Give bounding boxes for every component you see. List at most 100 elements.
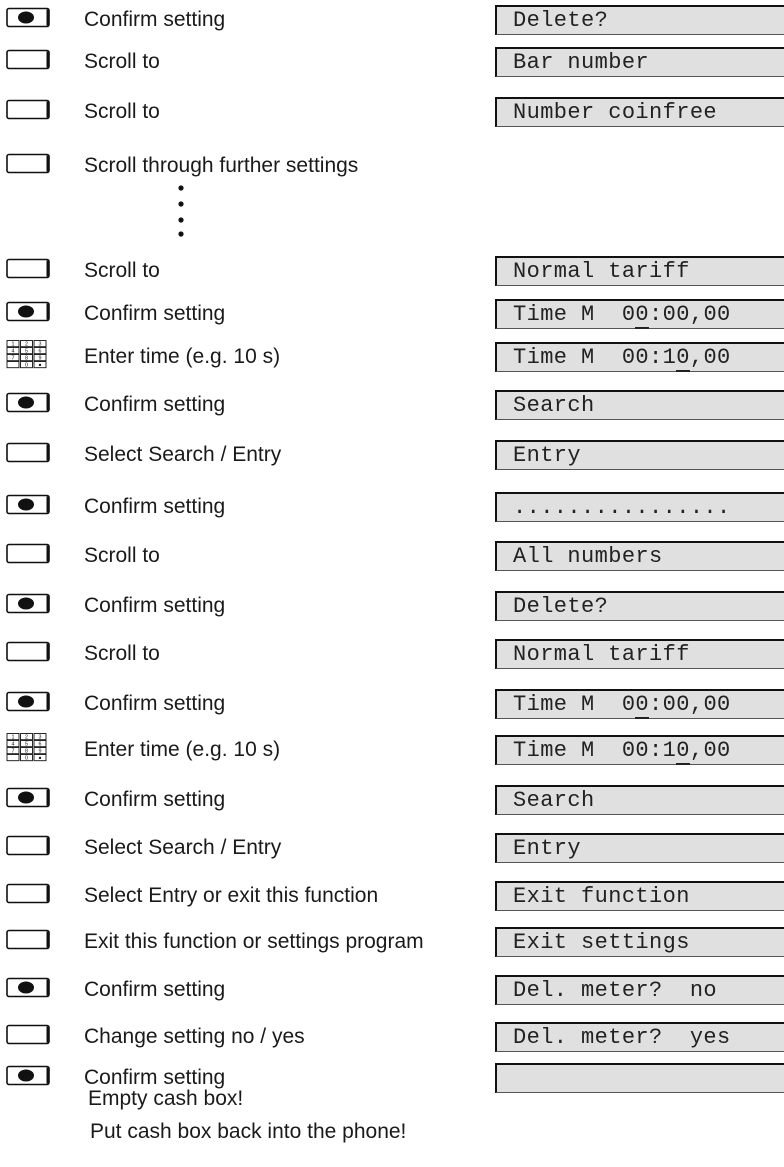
display-field: All numbers — [495, 541, 784, 571]
step-description: Confirm setting — [84, 393, 226, 416]
svg-text:9: 9 — [39, 749, 42, 755]
display-field: Search — [495, 785, 784, 815]
svg-text:4: 4 — [12, 349, 15, 355]
step-row: Confirm setting................ — [0, 487, 784, 527]
step-row: Change setting no / yes Del. meter? yes — [0, 1017, 784, 1057]
step-description: Confirm setting — [84, 8, 226, 31]
scroll-key-icon — [6, 442, 50, 468]
step-row: Select Search / Entry Entry — [0, 828, 784, 868]
svg-text:7: 7 — [12, 356, 15, 362]
confirm-key-icon — [6, 787, 50, 813]
scroll-key-icon — [6, 1024, 50, 1050]
svg-text:●: ● — [38, 363, 41, 369]
step-description: Scroll to — [84, 642, 160, 665]
display-field: Search — [495, 390, 784, 420]
scroll-key-icon — [6, 929, 50, 955]
display-field: Exit function — [495, 881, 784, 911]
confirm-key-icon — [6, 301, 50, 327]
step-row: Select Search / Entry Entry — [0, 435, 784, 475]
keypad-icon: 1 2 3 4 5 6 7 8 9 0 ● — [6, 340, 48, 375]
display-field: Del. meter? no — [495, 975, 784, 1005]
scroll-key-icon — [6, 883, 50, 909]
display-field: Time M 00:00,00 — [495, 299, 784, 329]
scroll-key-icon — [6, 835, 50, 861]
svg-text:0: 0 — [25, 363, 28, 369]
step-row: Scroll to Number coinfree — [0, 92, 784, 132]
svg-text:3: 3 — [39, 735, 42, 741]
step-row: 1 2 3 4 5 6 7 8 9 0 ● Enter time (e.g. 10 s) Time M … — [0, 730, 784, 770]
svg-text:7: 7 — [12, 749, 15, 755]
scroll-key-icon — [6, 99, 50, 125]
svg-text:4: 4 — [12, 742, 15, 748]
display-text: ................ — [513, 495, 731, 520]
step-description: Exit this function or settings program — [84, 930, 424, 953]
step-row: Select Entry or exit this function Exit f… — [0, 876, 784, 916]
display-field: Time M 00:10,00 — [495, 342, 784, 372]
continuation-dots — [178, 185, 184, 237]
scroll-key-icon — [6, 641, 50, 667]
display-field: Bar number — [495, 47, 784, 77]
display-text: Bar number — [513, 50, 650, 75]
step-row: Confirm setting Search — [0, 385, 784, 425]
display-field: Delete? — [495, 591, 784, 621]
svg-text:3: 3 — [39, 342, 42, 348]
step-row: Confirm setting Time M 00:00,00 — [0, 294, 784, 334]
svg-text:8: 8 — [25, 356, 28, 362]
display-text: Exit function — [513, 884, 690, 909]
step-description: Select Entry or exit this function — [84, 884, 379, 907]
svg-text:2: 2 — [25, 735, 28, 741]
display-text: Time M 00:10,00 — [513, 738, 731, 765]
confirm-key-icon — [6, 1065, 50, 1091]
step-description: Confirm setting — [84, 788, 226, 811]
confirm-key-icon — [6, 7, 50, 33]
step-row: Confirm setting Delete? — [0, 586, 784, 626]
display-field: Entry — [495, 440, 784, 470]
step-description: Scroll to — [84, 50, 160, 73]
step-description: Enter time (e.g. 10 s) — [84, 345, 281, 368]
step-description: Confirm setting — [84, 594, 226, 617]
confirm-key-icon — [6, 977, 50, 1003]
svg-text:●: ● — [38, 756, 41, 762]
display-text: All numbers — [513, 544, 663, 569]
step-row: Confirm setting Search — [0, 780, 784, 820]
display-text: Time M 00:00,00 — [513, 692, 731, 719]
svg-text:6: 6 — [39, 742, 42, 748]
display-text: Time M 00:10,00 — [513, 345, 731, 372]
confirm-key-icon — [6, 691, 50, 717]
display-field: Normal tariff — [495, 639, 784, 669]
note-empty-cash-box: Empty cash box! — [88, 1087, 244, 1110]
svg-text:0: 0 — [25, 756, 28, 762]
step-description: Scroll to — [84, 100, 160, 123]
display-text: Number coinfree — [513, 100, 718, 125]
step-description: Scroll to — [84, 544, 160, 567]
step-row: Scroll to Normal tariff — [0, 251, 784, 291]
step-row: Scroll through further settings — [0, 146, 784, 186]
display-text: Delete? — [513, 594, 609, 619]
display-text: Time M 00:00,00 — [513, 302, 731, 329]
display-field: Exit settings — [495, 927, 784, 957]
step-row: Confirm setting Del. meter? no — [0, 970, 784, 1010]
display-field — [495, 1063, 784, 1093]
step-description: Enter time (e.g. 10 s) — [84, 738, 281, 761]
svg-text:8: 8 — [25, 749, 28, 755]
confirm-key-icon — [6, 593, 50, 619]
display-field: Normal tariff — [495, 256, 784, 286]
display-text: Entry — [513, 443, 582, 468]
display-text: Exit settings — [513, 930, 690, 955]
step-description: Confirm setting — [84, 495, 226, 518]
scroll-key-icon — [6, 543, 50, 569]
step-description: Select Search / Entry — [84, 443, 282, 466]
step-description: Scroll to — [84, 259, 160, 282]
svg-text:5: 5 — [25, 349, 28, 355]
step-row: Confirm setting Delete? — [0, 0, 784, 40]
svg-text:2: 2 — [25, 342, 28, 348]
step-row: Scroll to All numbers — [0, 536, 784, 576]
display-text: Del. meter? yes — [513, 1025, 731, 1050]
step-row: Scroll to Bar number — [0, 42, 784, 82]
display-field: Time M 00:00,00 — [495, 689, 784, 719]
step-description: Confirm setting — [84, 978, 226, 1001]
display-text: Search — [513, 788, 595, 813]
step-description: Confirm setting — [84, 692, 226, 715]
display-text: Entry — [513, 836, 582, 861]
display-text: Normal tariff — [513, 259, 690, 284]
